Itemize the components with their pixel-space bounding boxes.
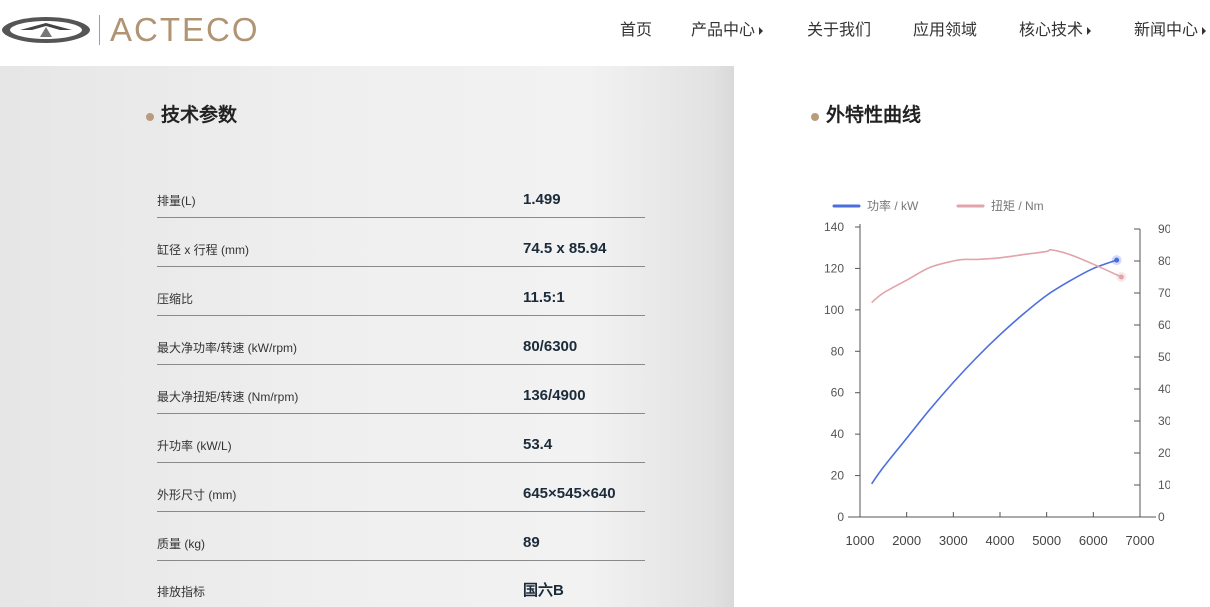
logo-divider xyxy=(99,15,100,45)
series-end-point-0 xyxy=(1114,257,1120,263)
curve-title: 外特性曲线 xyxy=(826,105,922,126)
spec-label: 排放指标 xyxy=(157,585,206,599)
title-bullet-icon xyxy=(811,113,819,121)
performance-chart: 0 20 40 60 80 100 120 140 0 10 20 30 40 50 60 70 80 90 100… xyxy=(824,198,1170,548)
y-right-tick-label: 10 xyxy=(1158,478,1170,492)
series-end-point-1 xyxy=(1118,274,1124,280)
row-divider xyxy=(157,217,645,218)
spec-label: 最大净功率/转速 (kW/rpm) xyxy=(157,341,297,355)
y-left-tick-label: 60 xyxy=(831,386,845,400)
x-tick-label: 4000 xyxy=(986,533,1015,548)
nav-news[interactable]: 新闻中心 xyxy=(1134,20,1207,42)
spec-label: 压缩比 xyxy=(157,292,194,306)
spec-row: 排量(L) 1.499 xyxy=(157,191,645,242)
y-left-tick-label: 40 xyxy=(831,427,845,441)
nav-about[interactable]: 关于我们 xyxy=(807,20,871,42)
x-tick-label: 5000 xyxy=(1032,533,1061,548)
spec-label: 排量(L) xyxy=(157,194,196,208)
caret-right-icon xyxy=(759,26,764,35)
spec-label: 缸径 x 行程 (mm) xyxy=(157,243,249,257)
row-divider xyxy=(157,266,645,267)
series-line-0 xyxy=(871,259,1117,485)
y-right-tick-label: 20 xyxy=(1158,446,1170,460)
y-right-tick-label: 40 xyxy=(1158,382,1170,396)
spec-value: 国六B xyxy=(523,582,564,599)
specs-panel: 技术参数 排量(L) 1.499 缸径 x 行程 (mm) 74.5 x 85.… xyxy=(0,66,734,607)
spec-row: 升功率 (kW/L) 53.4 xyxy=(157,436,645,487)
spec-label: 最大净扭矩/转速 (Nm/rpm) xyxy=(157,390,299,404)
y-left-tick-label: 80 xyxy=(831,344,845,358)
row-divider xyxy=(157,511,645,512)
y-right-tick-label: 0 xyxy=(1158,510,1165,524)
y-right-tick-label: 90 xyxy=(1158,222,1170,236)
legend-label: 功率 / kW xyxy=(867,198,919,213)
spec-row: 最大净扭矩/转速 (Nm/rpm) 136/4900 xyxy=(157,387,645,438)
x-tick-label: 7000 xyxy=(1126,533,1155,548)
x-tick-label: 6000 xyxy=(1079,533,1108,548)
series-line-1 xyxy=(871,248,1122,304)
y-right-tick-label: 70 xyxy=(1158,286,1170,300)
legend-label: 扭矩 / Nm xyxy=(991,199,1044,213)
nav-core-tech[interactable]: 核心技术 xyxy=(1019,20,1092,42)
spec-row: 缸径 x 行程 (mm) 74.5 x 85.94 xyxy=(157,240,645,291)
logo-emblem-icon[interactable] xyxy=(0,14,92,46)
specs-title: 技术参数 xyxy=(161,105,238,126)
nav-applications[interactable]: 应用领域 xyxy=(913,20,977,42)
y-right-tick-label: 80 xyxy=(1158,254,1170,268)
nav-home[interactable]: 首页 xyxy=(620,20,652,42)
row-divider xyxy=(157,462,645,463)
nav-products[interactable]: 产品中心 xyxy=(691,20,764,42)
row-divider xyxy=(157,560,645,561)
y-right-tick-label: 60 xyxy=(1158,318,1170,332)
spec-value: 11.5:1 xyxy=(523,289,565,306)
x-tick-label: 1000 xyxy=(846,533,875,548)
row-divider xyxy=(157,413,645,414)
y-right-tick-label: 50 xyxy=(1158,350,1170,364)
y-left-tick-label: 120 xyxy=(824,261,844,275)
spec-row: 压缩比 11.5:1 xyxy=(157,289,645,340)
spec-value: 645×545×640 xyxy=(523,485,616,502)
site-header: ACTECO 首页 产品中心 关于我们 应用领域 核心技术 新闻中心 xyxy=(0,0,1210,66)
spec-row: 最大净功率/转速 (kW/rpm) 80/6300 xyxy=(157,338,645,389)
row-divider xyxy=(157,364,645,365)
spec-label: 外形尺寸 (mm) xyxy=(157,488,237,502)
caret-right-icon xyxy=(1087,26,1092,35)
logo-wordmark[interactable]: ACTECO xyxy=(110,12,260,48)
spec-label: 升功率 (kW/L) xyxy=(157,439,232,453)
row-divider xyxy=(157,315,645,316)
y-left-tick-label: 100 xyxy=(824,303,844,317)
spec-row: 排放指标 国六B xyxy=(157,582,645,604)
title-bullet-icon xyxy=(146,113,154,121)
caret-right-icon xyxy=(1202,26,1207,35)
spec-label: 质量 (kg) xyxy=(157,537,206,551)
y-right-tick-label: 30 xyxy=(1158,414,1170,428)
spec-value: 136/4900 xyxy=(523,387,586,404)
x-tick-label: 3000 xyxy=(939,533,968,548)
spec-row: 外形尺寸 (mm) 645×545×640 xyxy=(157,485,645,536)
y-left-tick-label: 140 xyxy=(824,220,844,234)
y-left-tick-label: 0 xyxy=(837,510,844,524)
spec-row: 质量 (kg) 89 xyxy=(157,534,645,585)
spec-value: 80/6300 xyxy=(523,338,578,355)
spec-value: 74.5 x 85.94 xyxy=(523,240,607,257)
y-left-tick-label: 20 xyxy=(831,469,845,483)
spec-value: 1.499 xyxy=(523,191,561,208)
x-tick-label: 2000 xyxy=(892,533,921,548)
spec-value: 89 xyxy=(523,534,540,551)
spec-value: 53.4 xyxy=(523,436,553,453)
